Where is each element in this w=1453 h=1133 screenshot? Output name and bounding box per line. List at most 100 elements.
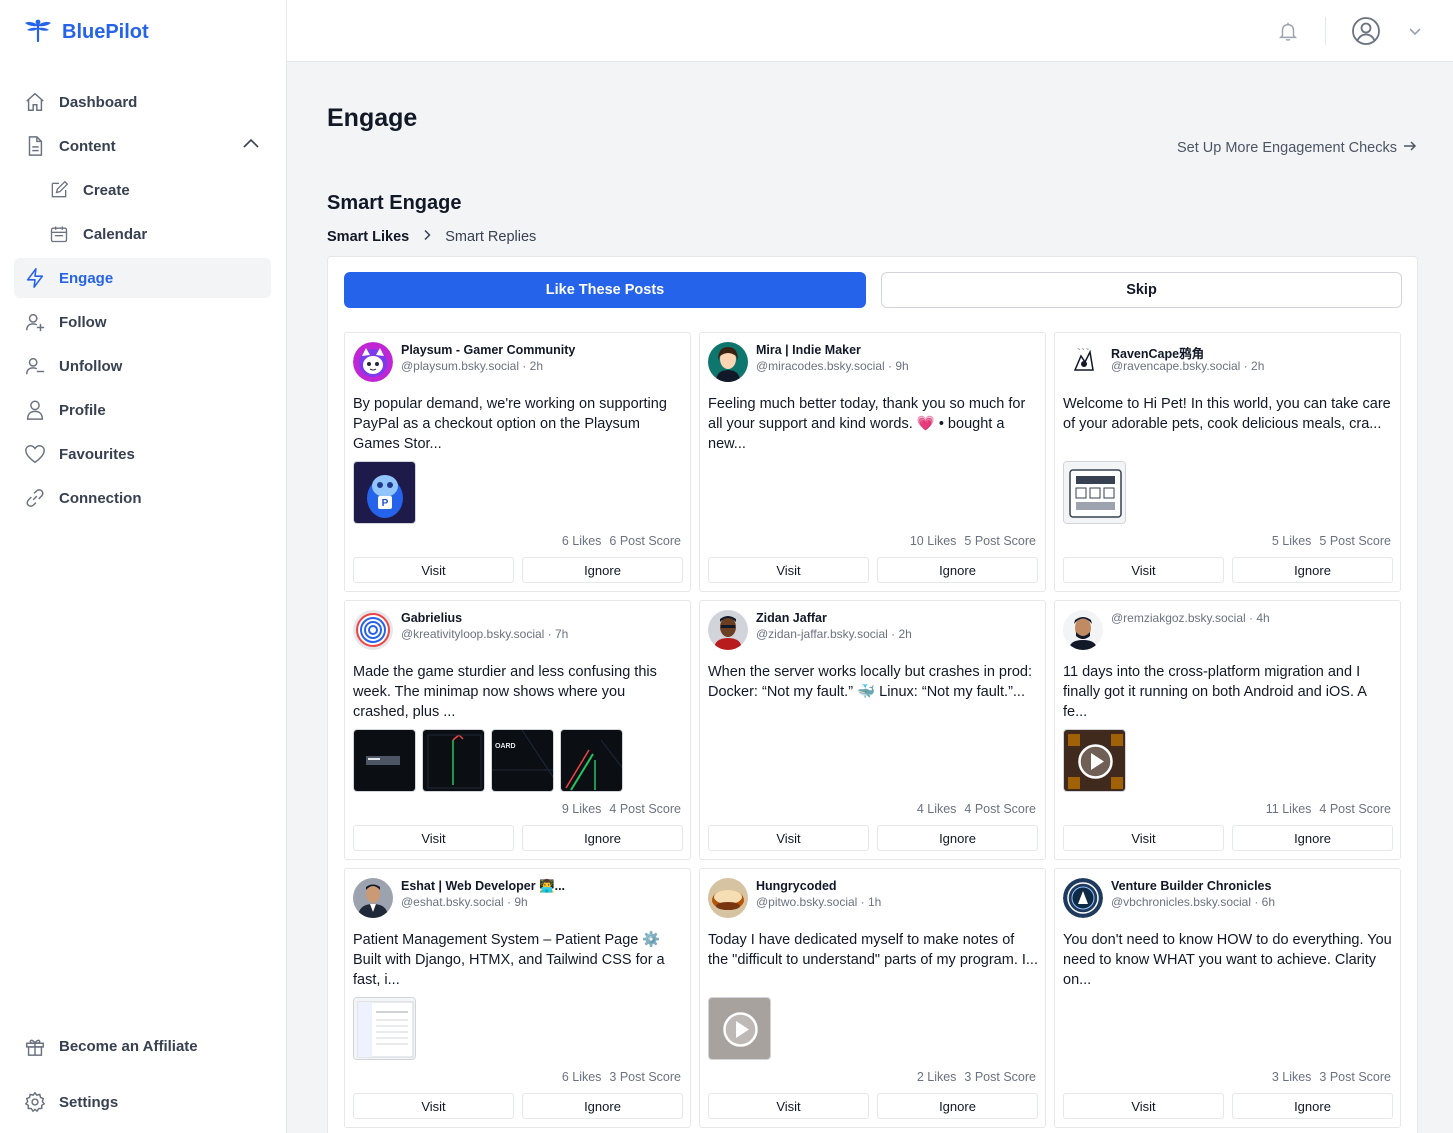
avatar[interactable]: ~ ~ ~: [1063, 342, 1103, 382]
bell-icon[interactable]: [1277, 19, 1299, 48]
user-minus-icon: [24, 355, 46, 377]
post-card: Gabrielius @kreativityloop.bsky.social ·…: [344, 600, 691, 860]
post-author-name[interactable]: Zidan Jaffar: [756, 611, 827, 625]
sidebar-item-label: Unfollow: [59, 357, 123, 375]
post-author-name[interactable]: Gabrielius: [401, 611, 462, 625]
sidebar-item-unfollow[interactable]: Unfollow: [14, 346, 271, 386]
visit-button[interactable]: Visit: [1063, 1093, 1224, 1119]
engage-panel: Like These Posts Skip Playsum - Gamer Co…: [327, 256, 1418, 1133]
visit-button[interactable]: Visit: [353, 825, 514, 851]
avatar[interactable]: [353, 610, 393, 650]
post-author-name[interactable]: Eshat | Web Developer 👨‍💻...: [401, 879, 565, 894]
avatar[interactable]: [708, 342, 748, 382]
gear-icon: [24, 1091, 46, 1113]
ignore-button[interactable]: Ignore: [522, 825, 683, 851]
post-image[interactable]: [353, 729, 416, 792]
visit-button[interactable]: Visit: [1063, 557, 1224, 583]
skip-button[interactable]: Skip: [881, 272, 1402, 308]
post-image[interactable]: [1063, 461, 1126, 524]
sidebar-item-label: Connection: [59, 489, 142, 507]
post-text: 11 days into the cross-platform migratio…: [1063, 664, 1367, 720]
post-card: Venture Builder Chronicles @vbchronicles…: [1054, 868, 1401, 1128]
post-text: Patient Management System – Patient Page…: [353, 932, 665, 988]
post-score: 6 Post Score: [609, 534, 681, 548]
sidebar-item-create[interactable]: Create: [14, 170, 271, 210]
ignore-button[interactable]: Ignore: [877, 557, 1038, 583]
sidebar-item-affiliate[interactable]: Become an Affiliate: [14, 1026, 271, 1066]
ignore-button[interactable]: Ignore: [877, 1093, 1038, 1119]
visit-button[interactable]: Visit: [1063, 825, 1224, 851]
sidebar-item-content[interactable]: Content: [14, 126, 271, 166]
sidebar-item-profile[interactable]: Profile: [14, 390, 271, 430]
post-image[interactable]: [353, 997, 416, 1060]
ignore-button[interactable]: Ignore: [1232, 1093, 1393, 1119]
chevron-down-icon[interactable]: [1408, 24, 1422, 43]
sidebar-nav: Dashboard Content Create Calendar Engage…: [14, 82, 271, 522]
ignore-button[interactable]: Ignore: [877, 825, 1038, 851]
post-score: 4 Post Score: [1319, 802, 1391, 816]
edit-icon: [48, 179, 70, 201]
post-video[interactable]: [1063, 729, 1126, 792]
post-stats: 9 Likes 4 Post Score: [562, 802, 681, 816]
post-stats: 3 Likes 3 Post Score: [1272, 1070, 1391, 1084]
sidebar-item-calendar[interactable]: Calendar: [14, 214, 271, 254]
sidebar-item-settings[interactable]: Settings: [14, 1082, 271, 1122]
avatar[interactable]: [1063, 610, 1103, 650]
post-author-name[interactable]: Venture Builder Chronicles: [1111, 879, 1271, 893]
visit-button[interactable]: Visit: [708, 557, 869, 583]
home-icon: [24, 91, 46, 113]
tab-smart-likes[interactable]: Smart Likes: [327, 229, 409, 245]
post-card: Playsum - Gamer Community @playsum.bsky.…: [344, 332, 691, 592]
post-card: Hungrycoded @pitwo.bsky.social · 1h Toda…: [699, 868, 1046, 1128]
setup-engagement-link[interactable]: Set Up More Engagement Checks: [1177, 139, 1417, 157]
post-author-name[interactable]: Mira | Indie Maker: [756, 343, 861, 357]
post-image[interactable]: P: [353, 461, 416, 524]
sidebar-item-favourites[interactable]: Favourites: [14, 434, 271, 474]
avatar[interactable]: [353, 878, 393, 918]
like-these-posts-button[interactable]: Like These Posts: [344, 272, 866, 308]
page-title: Engage: [327, 104, 418, 132]
sidebar-item-label: Dashboard: [59, 93, 138, 111]
brand-name: BluePilot: [62, 21, 149, 43]
avatar[interactable]: [708, 610, 748, 650]
post-video[interactable]: [708, 997, 771, 1060]
avatar[interactable]: [353, 342, 393, 382]
post-stats: 4 Likes 4 Post Score: [917, 802, 1036, 816]
post-stats: 11 Likes 4 Post Score: [1266, 802, 1391, 816]
ignore-button[interactable]: Ignore: [1232, 557, 1393, 583]
visit-button[interactable]: Visit: [708, 1093, 869, 1119]
user-avatar-icon[interactable]: [1351, 16, 1381, 51]
arrow-right-icon: [1403, 139, 1417, 157]
post-card: ~ ~ ~ RavenCape鸦角 @ravencape.bsky.social…: [1054, 332, 1401, 592]
sidebar-bottom-nav: Become an Affiliate: [14, 1026, 271, 1070]
post-likes: 9 Likes: [561, 802, 602, 816]
ignore-button[interactable]: Ignore: [1232, 825, 1393, 851]
sidebar-item-dashboard[interactable]: Dashboard: [14, 82, 271, 122]
tab-smart-replies[interactable]: Smart Replies: [445, 229, 536, 245]
post-score: 3 Post Score: [1319, 1070, 1391, 1084]
visit-button[interactable]: Visit: [353, 1093, 514, 1119]
ignore-button[interactable]: Ignore: [522, 557, 683, 583]
post-image[interactable]: OARD: [491, 729, 554, 792]
post-image[interactable]: [560, 729, 623, 792]
section-title: Smart Engage: [327, 192, 462, 214]
ignore-button[interactable]: Ignore: [522, 1093, 683, 1119]
avatar[interactable]: [708, 878, 748, 918]
post-text: By popular demand, we're working on supp…: [353, 396, 667, 452]
visit-button[interactable]: Visit: [353, 557, 514, 583]
sidebar-item-label: Calendar: [83, 225, 148, 243]
post-author-name[interactable]: Hungrycoded: [756, 879, 837, 893]
sidebar-item-follow[interactable]: Follow: [14, 302, 271, 342]
post-author-name[interactable]: Playsum - Gamer Community: [401, 343, 575, 357]
brand[interactable]: BluePilot: [24, 18, 149, 47]
sidebar-settings-nav: Settings: [14, 1082, 271, 1126]
sidebar-item-label: Favourites: [59, 445, 135, 463]
visit-button[interactable]: Visit: [708, 825, 869, 851]
post-image[interactable]: [422, 729, 485, 792]
chevron-up-icon[interactable]: [241, 134, 261, 159]
post-text: Feeling much better today, thank you so …: [708, 396, 1026, 452]
avatar[interactable]: [1063, 878, 1103, 918]
sidebar-item-connection[interactable]: Connection: [14, 478, 271, 518]
sidebar-item-label: Engage: [59, 269, 114, 287]
sidebar-item-engage[interactable]: Engage: [14, 258, 271, 298]
